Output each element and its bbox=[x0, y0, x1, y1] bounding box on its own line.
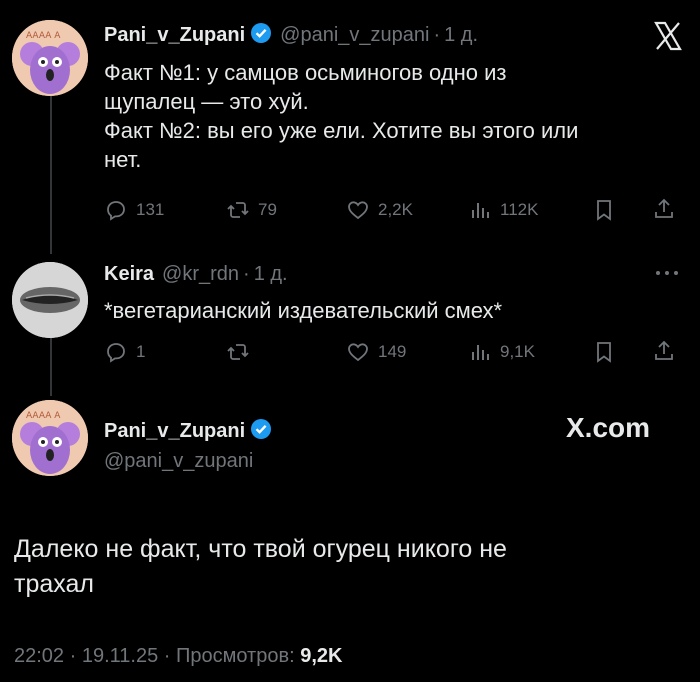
retweet-icon bbox=[227, 202, 249, 218]
views-label: Просмотров: bbox=[176, 645, 295, 667]
tweet-header: Keira @kr_rdn · 1 д. bbox=[104, 263, 288, 286]
avatar[interactable]: AAAA A bbox=[12, 400, 88, 476]
retweet-button[interactable] bbox=[226, 340, 258, 364]
thread-line-2 bbox=[50, 330, 52, 396]
views-count: 9,1K bbox=[500, 342, 535, 361]
bookmark-button[interactable] bbox=[592, 340, 616, 364]
koala-avatar-icon: AAAA A bbox=[12, 20, 88, 96]
like-button[interactable]: 149 bbox=[346, 340, 406, 364]
post-time[interactable]: 22:02 bbox=[14, 645, 64, 667]
verified-badge-icon bbox=[250, 22, 272, 49]
x-com-text: X.com bbox=[566, 412, 651, 443]
share-icon bbox=[655, 198, 673, 218]
dot-separator: · bbox=[69, 645, 82, 667]
tweet-line: Факт №2: вы его уже ели. Хотите вы этого… bbox=[104, 118, 579, 143]
share-button[interactable] bbox=[652, 197, 676, 221]
reply-icon bbox=[107, 343, 125, 363]
tweet-line: трахал bbox=[14, 570, 94, 598]
main-tweet-text: Далеко не факт, что твой огурец никого н… bbox=[14, 532, 684, 602]
dot-separator: · bbox=[163, 645, 176, 667]
author-name[interactable]: Pani_v_Zupani bbox=[104, 24, 245, 47]
reply-button[interactable]: 131 bbox=[104, 198, 164, 222]
reply-count: 131 bbox=[136, 200, 165, 219]
thread-line-1 bbox=[50, 94, 52, 254]
analytics-icon bbox=[472, 203, 489, 218]
share-button[interactable] bbox=[652, 339, 676, 363]
author-handle[interactable]: @pani_v_zupani bbox=[104, 450, 253, 473]
heart-icon bbox=[348, 343, 368, 362]
tweet-time[interactable]: 1 д. bbox=[254, 263, 288, 286]
views-button[interactable]: 9,1K bbox=[468, 340, 535, 364]
retweet-button[interactable]: 79 bbox=[226, 198, 277, 222]
tweet-line: щупалец — это хуй. bbox=[104, 89, 309, 114]
tweet-time[interactable]: 1 д. bbox=[444, 24, 478, 47]
tweet-line: нет. bbox=[104, 147, 142, 172]
bookmark-button[interactable] bbox=[592, 198, 616, 222]
avatar[interactable]: AAAA A bbox=[12, 20, 88, 96]
bookmark-icon bbox=[597, 342, 611, 363]
tweet-line: Факт №1: у самцов осьминогов одно из bbox=[104, 60, 507, 85]
views-button[interactable]: 112K bbox=[468, 198, 538, 222]
author-handle[interactable]: @pani_v_zupani bbox=[280, 24, 429, 47]
retweet-count: 79 bbox=[258, 200, 277, 219]
tweet-text: Факт №1: у самцов осьминогов одно из щуп… bbox=[104, 58, 694, 174]
views-count: 112K bbox=[500, 200, 539, 219]
avatar[interactable] bbox=[12, 262, 88, 338]
like-count: 149 bbox=[378, 342, 407, 361]
koala-avatar-icon: AAAA A bbox=[12, 400, 88, 476]
author-name[interactable]: Pani_v_Zupani bbox=[104, 420, 245, 443]
x-logo-icon[interactable] bbox=[652, 20, 684, 52]
views-value[interactable]: 9,2K bbox=[300, 645, 342, 667]
reply-icon bbox=[107, 201, 125, 221]
tweet-line: Далеко не факт, что твой огурец никого н… bbox=[14, 535, 507, 563]
tweet-header: Pani_v_Zupani @pani_v_zupani · 1 д. bbox=[104, 22, 478, 49]
analytics-icon bbox=[472, 345, 489, 360]
more-options-icon[interactable] bbox=[654, 266, 680, 278]
svg-text:AAAA A: AAAA A bbox=[26, 31, 61, 41]
post-date[interactable]: 19.11.25 bbox=[82, 645, 158, 667]
author-name[interactable]: Keira bbox=[104, 263, 154, 286]
svg-text:AAAA A: AAAA A bbox=[26, 411, 61, 421]
tweet-text: *вегетарианский издевательский смех* bbox=[104, 298, 503, 323]
lips-avatar-icon bbox=[12, 262, 88, 338]
share-icon bbox=[655, 340, 673, 360]
retweet-icon bbox=[227, 344, 249, 360]
reply-button[interactable]: 1 bbox=[104, 340, 145, 364]
like-count: 2,2K bbox=[378, 200, 413, 219]
heart-icon bbox=[348, 201, 368, 220]
author-handle[interactable]: @kr_rdn bbox=[162, 263, 239, 286]
verified-badge-icon bbox=[250, 418, 272, 445]
like-button[interactable]: 2,2K bbox=[346, 198, 413, 222]
dot-separator: · bbox=[243, 263, 250, 285]
bookmark-icon bbox=[597, 200, 611, 221]
tweet-header: Pani_v_Zupani bbox=[104, 418, 272, 445]
reply-count: 1 bbox=[136, 342, 146, 361]
tweet-footer: 22:02 · 19.11.25 · Просмотров: 9,2K bbox=[14, 645, 342, 668]
x-com-logo: X.com bbox=[566, 412, 650, 444]
dot-separator: · bbox=[433, 24, 441, 46]
